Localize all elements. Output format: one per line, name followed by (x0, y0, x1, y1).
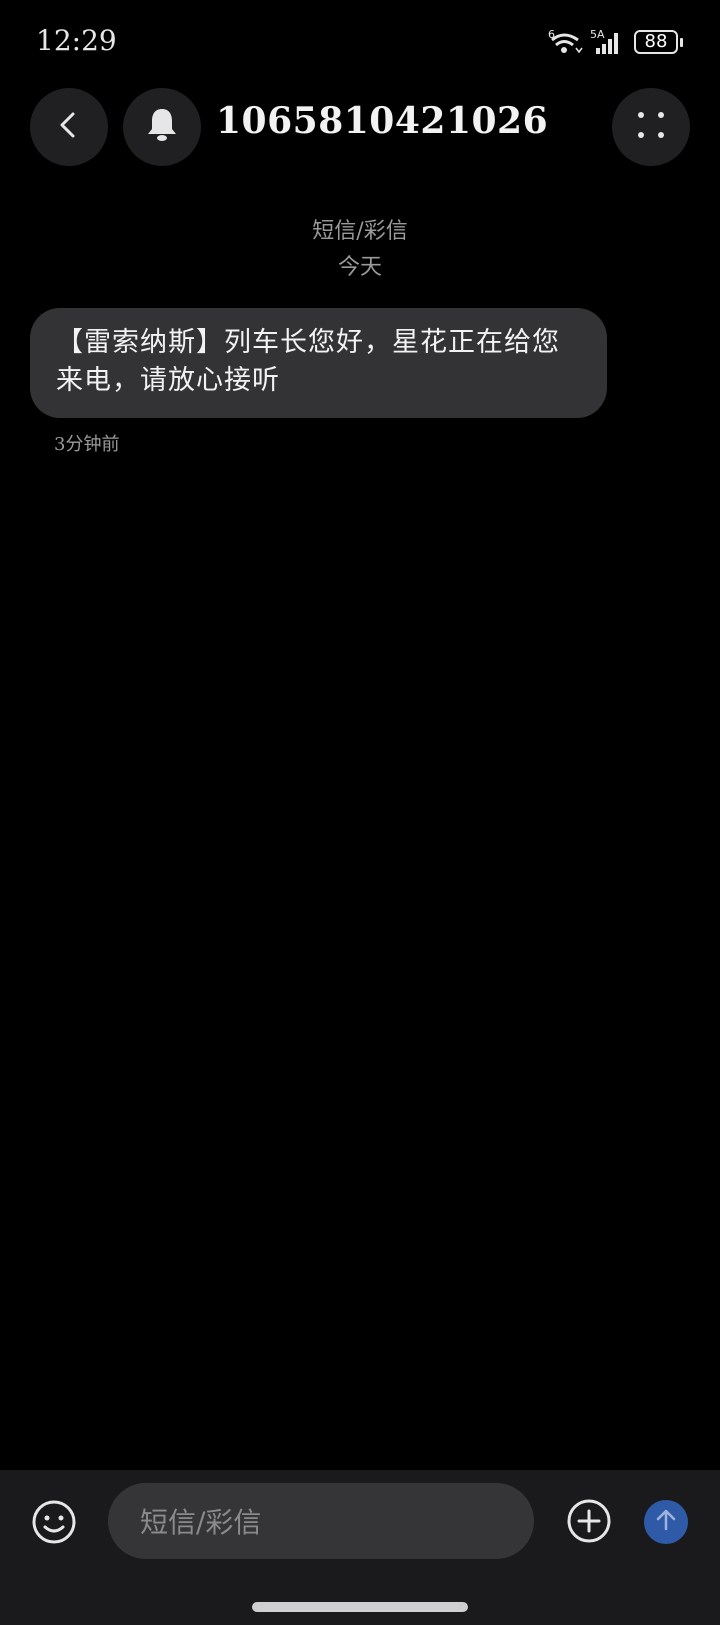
notification-button[interactable] (123, 88, 201, 166)
back-button[interactable] (30, 88, 108, 166)
cell-signal-icon: 5A (590, 28, 626, 60)
emoji-icon (30, 1500, 78, 1550)
message-input-placeholder: 短信/彩信 (140, 1506, 262, 1539)
more-options-button[interactable] (612, 88, 690, 166)
bell-icon (142, 105, 182, 149)
send-arrow-icon (653, 1507, 679, 1537)
status-time: 12:29 (36, 24, 117, 57)
status-bar: 12:29 6 5A 88 (0, 0, 720, 88)
battery-icon: 88 (634, 30, 678, 54)
add-attachment-button[interactable] (566, 1498, 612, 1544)
messages-screen: 12:29 6 5A 88 1065810421026 短信/彩信 今天 【雷索… (0, 0, 720, 1625)
message-text: 【雷索纳斯】列车长您好，星花正在给您来电，请放心接听 (56, 327, 560, 396)
message-type-label: 短信/彩信 (312, 219, 408, 244)
emoji-button[interactable] (30, 1498, 78, 1546)
more-dots-icon (631, 105, 671, 149)
date-divider: 今天 (337, 255, 382, 280)
wifi-icon: 6 (548, 28, 584, 60)
chevron-left-icon (54, 110, 84, 144)
battery-tip (680, 38, 683, 47)
battery-level: 88 (644, 31, 668, 52)
message-timestamp: 3分钟前 (54, 434, 120, 455)
message-bubble[interactable]: 【雷索纳斯】列车长您好，星花正在给您来电，请放心接听 (30, 308, 607, 418)
send-button[interactable] (644, 1500, 688, 1544)
composer-bar: 短信/彩信 (0, 1470, 720, 1625)
network-label: 5A (590, 28, 605, 41)
contact-title: 1065810421026 (216, 100, 549, 142)
plus-circle-icon (566, 1499, 612, 1548)
home-indicator[interactable] (252, 1602, 468, 1612)
message-input[interactable]: 短信/彩信 (108, 1483, 534, 1559)
